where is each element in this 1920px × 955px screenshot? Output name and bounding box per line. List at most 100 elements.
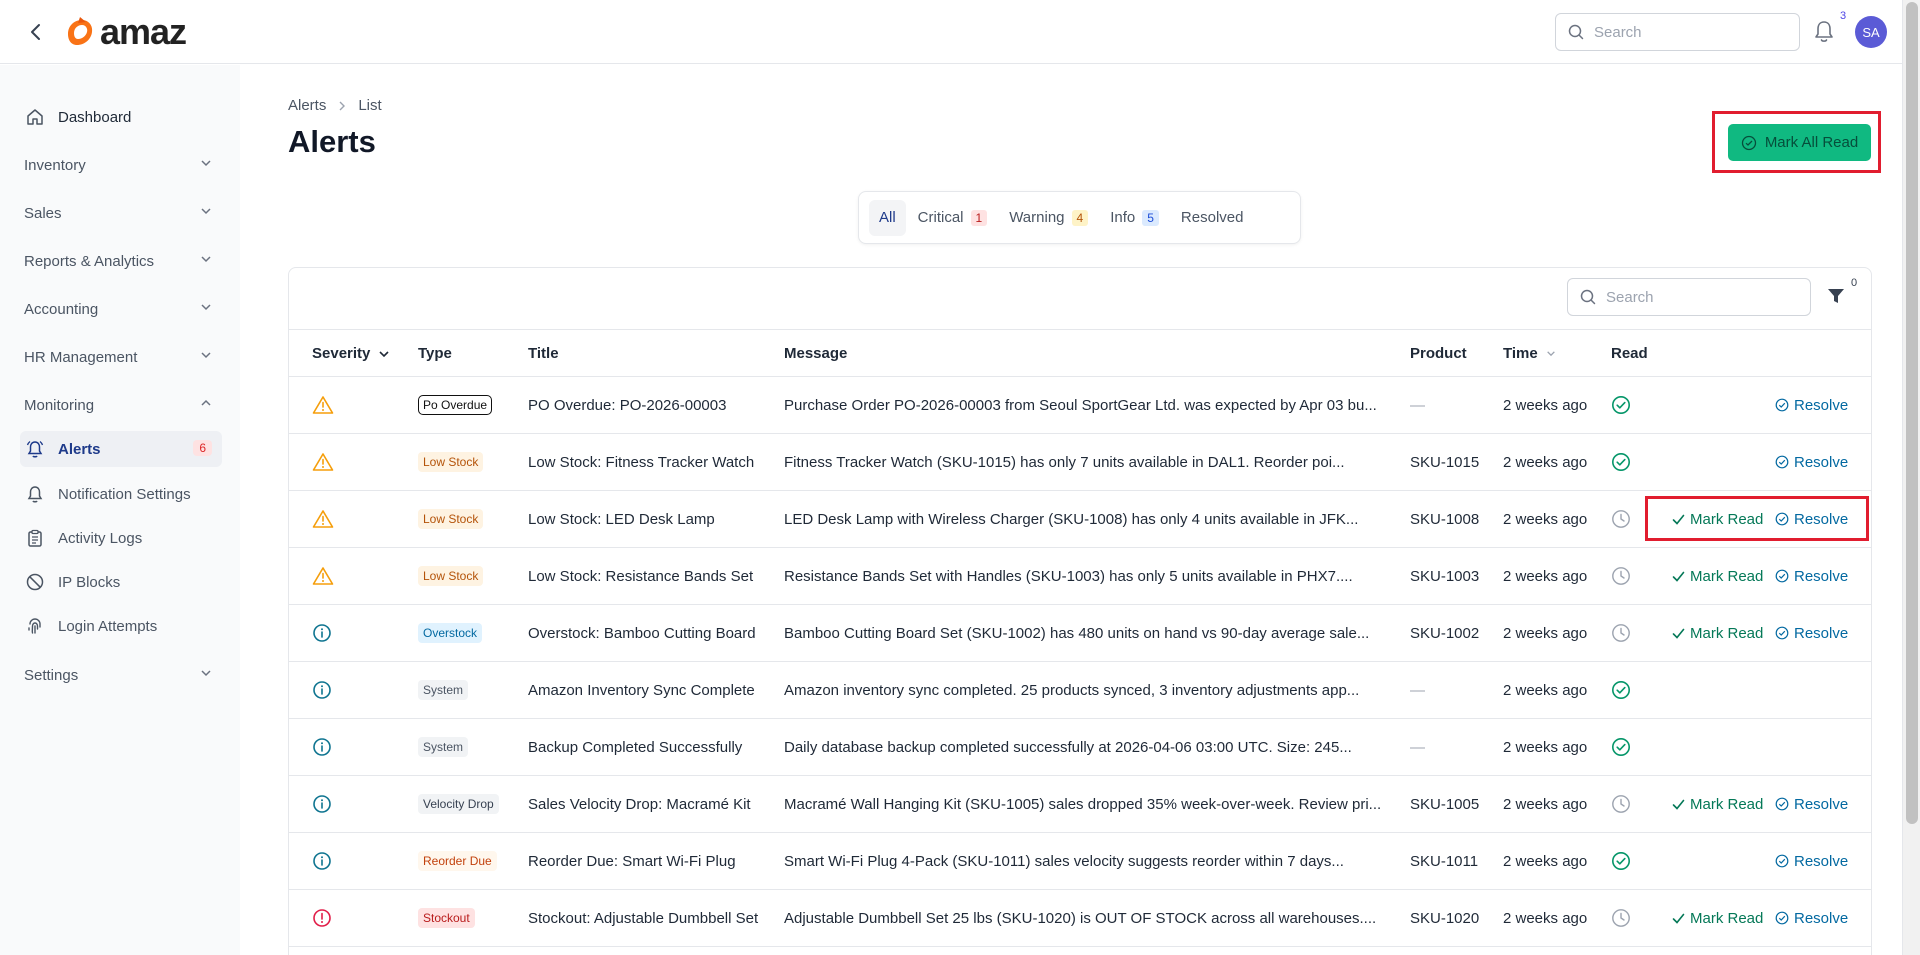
table-row[interactable]: Po Overdue PO Overdue: PO-2026-00003 Purch… xyxy=(289,377,1871,434)
sidebar-item-label: Dashboard xyxy=(58,108,132,126)
severity-info-icon xyxy=(312,662,332,718)
type-badge: Low Stock xyxy=(418,509,484,529)
table-search-input[interactable] xyxy=(1606,288,1796,306)
type-badge: Low Stock xyxy=(418,452,484,472)
column-header-time[interactable]: Time xyxy=(1503,345,1556,362)
resolve-button[interactable]: Resolve xyxy=(1775,890,1848,946)
resolve-button[interactable]: Resolve xyxy=(1775,491,1848,547)
tab-count-badge: 5 xyxy=(1142,209,1159,226)
type-cell: Overstock xyxy=(418,605,483,661)
app-logo[interactable]: amaz xyxy=(62,11,187,52)
column-label: Type xyxy=(418,345,452,362)
message-cell: Fitness Tracker Watch (SKU-1015) has onl… xyxy=(784,453,1345,471)
back-arrow-icon[interactable] xyxy=(24,18,46,46)
sidebar-item-settings[interactable]: Settings xyxy=(20,657,222,693)
table-row[interactable]: Low Stock Low Stock: LED Desk Lamp LED Des… xyxy=(289,491,1871,548)
column-header-type: Type xyxy=(418,345,452,362)
chevron-down-icon xyxy=(1546,351,1555,357)
sidebar-item-reports-analytics[interactable]: Reports & Analytics xyxy=(20,243,222,279)
title-cell: Reorder Due: Smart Wi-Fi Plug xyxy=(528,852,736,870)
check-icon xyxy=(1672,571,1685,582)
read-check-icon xyxy=(1611,377,1631,433)
column-label: Title xyxy=(528,345,559,362)
mark-read-button[interactable]: Mark Read xyxy=(1672,776,1763,832)
chevron-down-icon xyxy=(201,304,211,311)
table-row[interactable]: Stockout Stockout: Adjustable Dumbbell Se… xyxy=(289,890,1871,947)
table-row[interactable]: Velocity Drop Sales Velocity Drop: Macram… xyxy=(289,776,1871,833)
column-label: Severity xyxy=(312,345,371,362)
scrollbar-thumb[interactable] xyxy=(1906,2,1918,824)
title-cell: Overstock: Bamboo Cutting Board xyxy=(528,624,756,642)
fingerprint-icon xyxy=(24,615,46,637)
severity-info-icon xyxy=(312,605,332,661)
resolve-button[interactable]: Resolve xyxy=(1775,833,1848,889)
sidebar-item-hr-management[interactable]: HR Management xyxy=(20,339,222,375)
column-header-severity[interactable]: Severity xyxy=(312,345,390,362)
tab-critical[interactable]: Critical 1 xyxy=(908,200,998,236)
sidebar-item-activity-logs[interactable]: Activity Logs xyxy=(20,520,222,556)
mark-read-button[interactable]: Mark Read xyxy=(1672,890,1763,946)
sidebar-item-inventory[interactable]: Inventory xyxy=(20,147,222,183)
sidebar-item-accounting[interactable]: Accounting xyxy=(20,291,222,327)
resolve-button[interactable]: Resolve xyxy=(1775,377,1848,433)
resolve-button[interactable]: Resolve xyxy=(1775,776,1848,832)
message-cell: Smart Wi-Fi Plug 4-Pack (SKU-1011) sales… xyxy=(784,852,1344,870)
title-cell: Amazon Inventory Sync Complete xyxy=(528,681,755,699)
global-search-input[interactable] xyxy=(1594,23,1784,41)
resolve-check-circle-icon xyxy=(1775,911,1789,925)
mark-read-button[interactable]: Mark Read xyxy=(1672,548,1763,604)
time-cell: 2 weeks ago xyxy=(1503,567,1588,585)
type-badge: Stockout xyxy=(418,908,475,928)
table-row[interactable]: Reorder Due Reorder Due: Smart Wi-Fi Plug… xyxy=(289,833,1871,890)
table-row[interactable]: System Backup Completed Successfully Daily… xyxy=(289,719,1871,776)
notifications-bell-icon[interactable] xyxy=(1813,20,1837,44)
resolve-button[interactable]: Resolve xyxy=(1775,434,1848,490)
logo-text: amaz xyxy=(100,11,187,52)
sidebar-item-monitoring[interactable]: Monitoring xyxy=(20,387,222,423)
sidebar-item-dashboard[interactable]: Dashboard xyxy=(20,99,222,135)
global-search-box[interactable] xyxy=(1555,13,1800,51)
mark-read-button[interactable]: Mark Read xyxy=(1672,491,1763,547)
sidebar-item-label: Accounting xyxy=(24,300,99,318)
search-icon xyxy=(1568,24,1584,40)
breadcrumb-root-link[interactable]: Alerts xyxy=(288,97,326,114)
sidebar-item-sales[interactable]: Sales xyxy=(20,195,222,231)
resolve-label: Resolve xyxy=(1794,567,1849,585)
table-row[interactable]: System Amazon Inventory Sync Complete Amaz… xyxy=(289,662,1871,719)
unread-clock-icon xyxy=(1611,776,1631,832)
severity-warning-icon xyxy=(312,377,334,433)
product-cell: SKU-1020 xyxy=(1410,909,1480,927)
sidebar-item-ip-blocks[interactable]: IP Blocks xyxy=(20,564,222,600)
resolve-label: Resolve xyxy=(1794,909,1849,927)
product-cell: SKU-1008 xyxy=(1410,510,1480,528)
mark-read-button[interactable]: Mark Read xyxy=(1672,605,1763,661)
sidebar-item-notification-settings[interactable]: Notification Settings xyxy=(20,476,222,512)
table-row[interactable]: Overstock Overstock: Bamboo Cutting Board… xyxy=(289,605,1871,662)
table-search-box[interactable] xyxy=(1567,278,1811,316)
resolve-button[interactable]: Resolve xyxy=(1775,548,1848,604)
type-cell: System xyxy=(418,719,469,775)
table-row[interactable]: Low Stock Low Stock: Resistance Bands Set… xyxy=(289,548,1871,605)
tab-info[interactable]: Info 5 xyxy=(1100,200,1169,236)
message-cell: Resistance Bands Set with Handles (SKU-1… xyxy=(784,567,1353,585)
page-scrollbar[interactable] xyxy=(1902,0,1920,955)
resolve-button[interactable]: Resolve xyxy=(1775,605,1848,661)
sidebar-item-alerts[interactable]: Alerts 6 xyxy=(20,431,222,467)
chevron-down-icon xyxy=(201,256,211,263)
tab-resolved[interactable]: Resolved xyxy=(1171,200,1254,236)
time-cell: 2 weeks ago xyxy=(1503,396,1588,414)
table-row[interactable]: Low Stock Low Stock: Fitness Tracker Watc… xyxy=(289,434,1871,491)
user-avatar[interactable]: SA xyxy=(1855,16,1887,48)
title-cell: Low Stock: LED Desk Lamp xyxy=(528,510,715,528)
mark-all-read-button[interactable]: Mark All Read xyxy=(1728,124,1871,161)
tab-all[interactable]: All xyxy=(869,199,906,236)
sidebar-item-login-attempts[interactable]: Login Attempts xyxy=(20,608,222,644)
tab-label: Resolved xyxy=(1180,209,1244,226)
tab-warning[interactable]: Warning 4 xyxy=(999,200,1098,236)
tab-label: All xyxy=(879,209,896,226)
type-badge: Velocity Drop xyxy=(418,794,499,814)
unread-clock-icon xyxy=(1611,491,1631,547)
severity-warning-icon xyxy=(312,548,334,604)
resolve-check-circle-icon xyxy=(1775,512,1789,526)
filter-icon[interactable] xyxy=(1826,286,1848,308)
